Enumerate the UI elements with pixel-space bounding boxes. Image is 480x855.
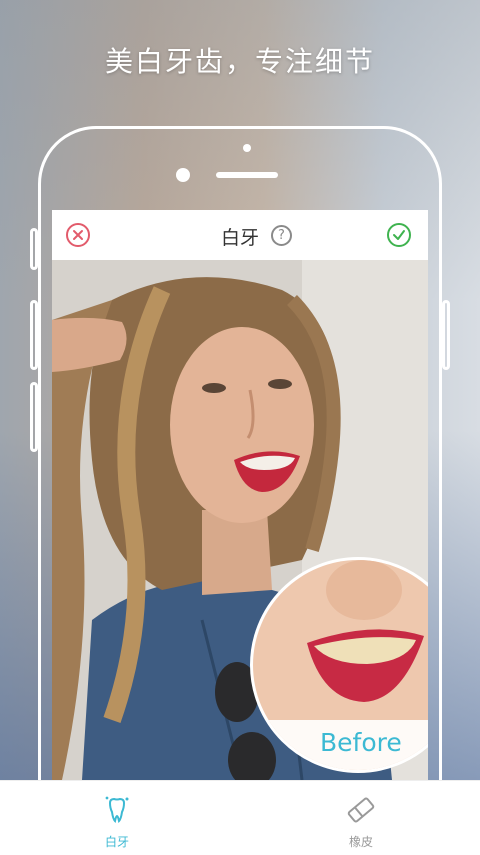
phone-volume-up-button [30,300,38,370]
tooth-sparkle-icon [101,796,133,829]
editor-top-bar: 白牙 ? [52,210,428,260]
tab-teeth-label: 白牙 [104,835,129,849]
portrait-photo [52,260,428,780]
phone-power-button [442,300,450,370]
check-circle-icon[interactable] [387,223,411,247]
eraser-icon [345,797,377,829]
app-screen: 白牙 ? Before [52,210,428,780]
tab-eraser-label: 橡皮 [348,835,373,849]
before-label: Before [320,728,402,757]
phone-volume-down-button [30,382,38,452]
phone-camera-dot [243,144,251,152]
question-circle-icon[interactable]: ? [271,225,292,246]
bottom-tab-bar: 白牙 橡皮 [0,780,480,855]
phone-side-button [30,228,38,270]
phone-front-camera [176,168,190,182]
photo-canvas[interactable]: Before [52,260,428,780]
tab-teeth-whitening[interactable]: 白牙 [77,795,157,850]
tab-eraser[interactable]: 橡皮 [321,795,401,850]
editor-title: 白牙 [220,227,259,249]
promo-headline: 美白牙齿，专注细节 [104,45,375,78]
phone-speaker [216,172,278,178]
